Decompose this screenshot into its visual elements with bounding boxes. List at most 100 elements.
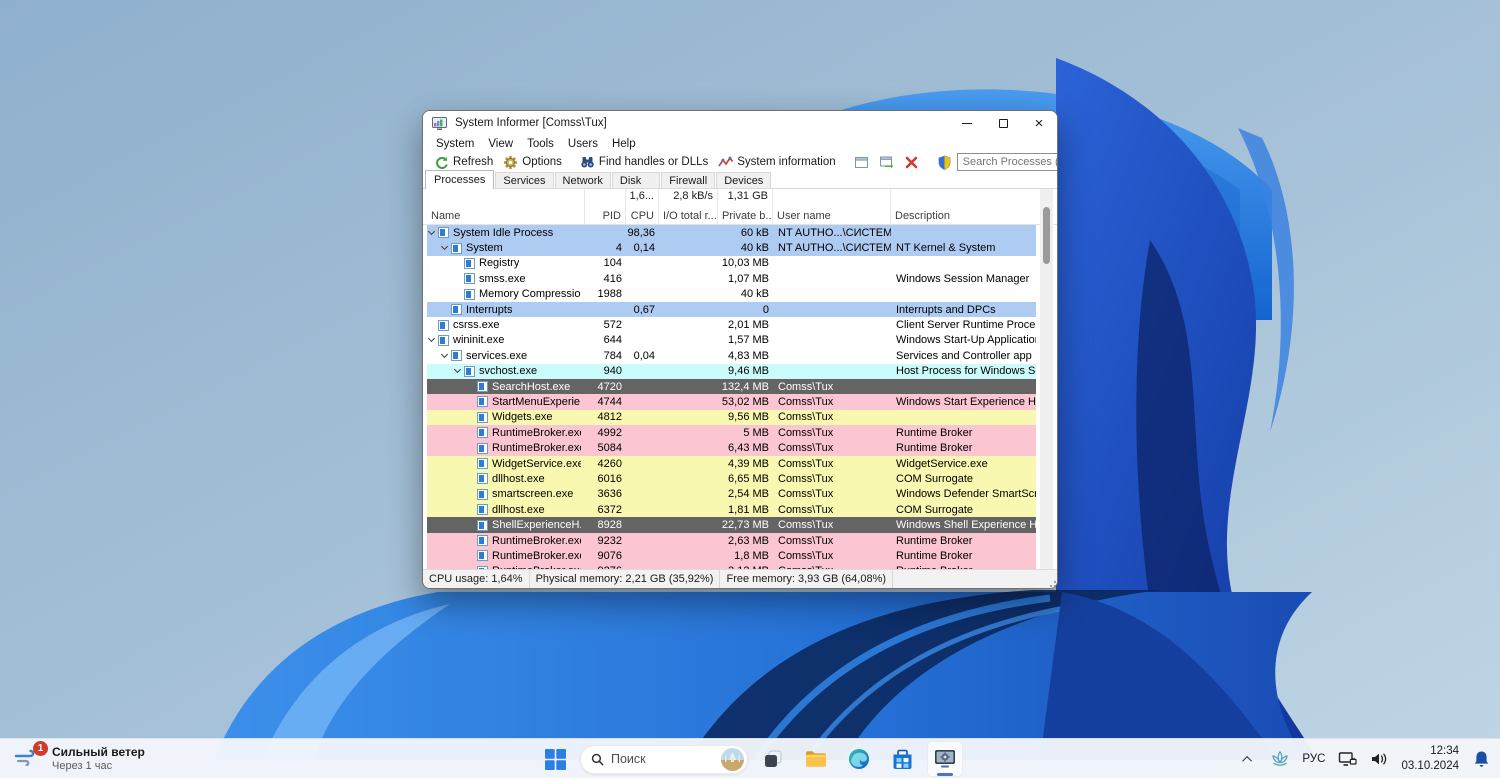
- table-row[interactable]: smartscreen.exe 3636 2,54 MB Comss\Tux W…: [427, 486, 1036, 503]
- tab-services[interactable]: Services: [495, 172, 554, 189]
- language-indicator[interactable]: РУС: [1299, 743, 1328, 775]
- scrollbar-thumb[interactable]: [1043, 207, 1050, 264]
- task-view-button[interactable]: [755, 741, 791, 777]
- file-explorer-button[interactable]: [798, 741, 834, 777]
- process-search-input[interactable]: [962, 156, 1057, 168]
- table-row[interactable]: StartMenuExperie... 4744 53,02 MB Comss\…: [427, 394, 1036, 410]
- process-icon: [477, 396, 488, 408]
- menu-users[interactable]: Users: [561, 138, 605, 150]
- tab-disk[interactable]: Disk: [611, 172, 661, 189]
- minimize-button[interactable]: [949, 111, 985, 135]
- search-highlight-image[interactable]: [721, 747, 744, 771]
- expand-chevron-icon[interactable]: [427, 227, 436, 235]
- column-user-name[interactable]: User name: [773, 189, 891, 224]
- cell-private: 2,54 MB: [728, 488, 769, 501]
- resize-grip[interactable]: [1047, 578, 1057, 588]
- table-row[interactable]: wininit.exe 644 1,57 MB Windows Start-Up…: [427, 333, 1036, 348]
- menu-view[interactable]: View: [481, 138, 520, 150]
- cell-private: 0: [762, 303, 769, 316]
- table-row[interactable]: Widgets.exe 4812 9,56 MB Comss\Tux: [427, 409, 1036, 426]
- tab-firewall[interactable]: Firewall: [661, 172, 716, 189]
- window-icon: [854, 156, 868, 168]
- cell-pid: 940: [603, 365, 622, 378]
- table-row[interactable]: RuntimeBroker.exe 4992 5 MB Comss\Tux Ru…: [427, 425, 1036, 441]
- cell-pid: 572: [603, 319, 622, 332]
- expand-chevron-icon[interactable]: [427, 335, 436, 343]
- menu-tools[interactable]: Tools: [520, 138, 561, 150]
- column-name[interactable]: Name: [427, 189, 585, 224]
- elevate-button[interactable]: [932, 154, 957, 171]
- table-row[interactable]: Interrupts 0,67 0 Interrupts and DPCs: [427, 301, 1036, 318]
- table-row[interactable]: RuntimeBroker.exe 9232 2,63 MB Comss\Tux…: [427, 532, 1036, 549]
- table-row[interactable]: smss.exe 416 1,07 MB Windows Session Man…: [427, 271, 1036, 286]
- expand-chevron-icon[interactable]: [440, 243, 449, 251]
- notification-center-button[interactable]: [1468, 743, 1494, 775]
- column-pid[interactable]: PID: [585, 189, 626, 224]
- clock[interactable]: 12:34 03.10.2024: [1398, 743, 1462, 775]
- refresh-button[interactable]: Refresh: [429, 154, 498, 171]
- cell-pid: 4: [615, 242, 622, 255]
- menu-system[interactable]: System: [429, 138, 481, 150]
- tray-overflow-button[interactable]: [1235, 743, 1261, 775]
- menu-help[interactable]: Help: [605, 138, 643, 150]
- maximize-button[interactable]: [985, 111, 1021, 135]
- system-information-button[interactable]: System information: [713, 154, 840, 171]
- expand-chevron-icon[interactable]: [453, 366, 462, 374]
- find-handles-button[interactable]: Find handles or DLLs: [575, 154, 713, 171]
- tab-devices[interactable]: Devices: [716, 172, 772, 189]
- tray-lotus-app[interactable]: [1267, 743, 1293, 775]
- tab-network[interactable]: Network: [554, 172, 611, 189]
- table-row[interactable]: dllhost.exe 6372 1,81 MB Comss\Tux COM S…: [427, 502, 1036, 518]
- start-button[interactable]: [537, 741, 573, 777]
- clock-time: 12:34: [1430, 745, 1459, 758]
- process-icon: [464, 257, 475, 269]
- edge-button[interactable]: [841, 741, 877, 777]
- expand-chevron-icon[interactable]: [440, 350, 449, 358]
- options-button[interactable]: Options: [498, 154, 567, 171]
- lotus-icon: [1272, 750, 1289, 766]
- process-icon: [477, 458, 488, 470]
- column-private-bytes[interactable]: 1,31 GB Private b...: [718, 189, 773, 224]
- table-row[interactable]: csrss.exe 572 2,01 MB Client Server Runt…: [427, 317, 1036, 332]
- table-row[interactable]: Registry 104 10,03 MB: [427, 256, 1036, 271]
- tab-processes[interactable]: Processes: [425, 170, 495, 189]
- cell-desc: COM Surrogate: [896, 472, 974, 485]
- cell-name: csrss.exe: [453, 319, 500, 332]
- column-io-total[interactable]: 2,8 kB/s I/O total r...: [659, 189, 718, 224]
- table-row[interactable]: SearchHost.exe 4720 132,4 MB Comss\Tux: [427, 378, 1036, 395]
- column-description[interactable]: Description: [891, 189, 1036, 224]
- table-row[interactable]: dllhost.exe 6016 6,65 MB Comss\Tux COM S…: [427, 471, 1036, 487]
- table-row[interactable]: System 4 0,14 40 kB NT AUTHO...\СИСТЕМА …: [427, 240, 1036, 256]
- cell-cpu: 0,14: [633, 242, 655, 255]
- process-icon: [464, 273, 475, 285]
- cell-name: SearchHost.exe: [492, 380, 571, 393]
- table-row[interactable]: Memory Compression 1988 40 kB: [427, 287, 1036, 302]
- system-informer-window: System Informer [Comss\Tux] × System Vie…: [422, 110, 1058, 589]
- always-on-top-button[interactable]: [849, 154, 874, 171]
- system-informer-taskbar-button[interactable]: [927, 741, 963, 777]
- titlebar[interactable]: System Informer [Comss\Tux] ×: [423, 111, 1057, 135]
- cell-pid: 784: [603, 349, 622, 362]
- table-row[interactable]: svchost.exe 940 9,46 MB Host Process for…: [427, 363, 1036, 379]
- microsoft-store-button[interactable]: [884, 741, 920, 777]
- close-button[interactable]: ×: [1021, 111, 1057, 135]
- process-search-box[interactable]: Aa .*: [956, 153, 1057, 171]
- table-row[interactable]: System Idle Process 98,36 60 kB NT AUTHO…: [427, 225, 1036, 241]
- taskbar-search-input[interactable]: [611, 752, 714, 766]
- table-row[interactable]: ShellExperienceH... 8928 22,73 MB Comss\…: [427, 517, 1036, 533]
- column-cpu[interactable]: 1,6... CPU: [626, 189, 659, 224]
- table-row[interactable]: WidgetService.exe 4260 4,39 MB Comss\Tux…: [427, 455, 1036, 472]
- cell-private: 53,02 MB: [721, 395, 769, 408]
- table-row[interactable]: RuntimeBroker.exe 9076 1,8 MB Comss\Tux …: [427, 548, 1036, 564]
- cell-pid: 4992: [597, 426, 622, 439]
- network-tray-button[interactable]: [1334, 743, 1360, 775]
- table-row[interactable]: services.exe 784 0,04 4,83 MB Services a…: [427, 348, 1036, 363]
- widgets-weather-button[interactable]: 1 Сильный ветер Через 1 час: [4, 739, 155, 778]
- cell-user: Comss\Tux: [778, 519, 834, 532]
- volume-tray-button[interactable]: [1366, 743, 1392, 775]
- open-window-button[interactable]: [874, 154, 899, 171]
- table-row[interactable]: RuntimeBroker.exe 5084 6,43 MB Comss\Tux…: [427, 440, 1036, 456]
- taskbar-search[interactable]: [580, 744, 748, 774]
- terminate-button[interactable]: [899, 154, 924, 171]
- vertical-scrollbar[interactable]: [1040, 189, 1053, 571]
